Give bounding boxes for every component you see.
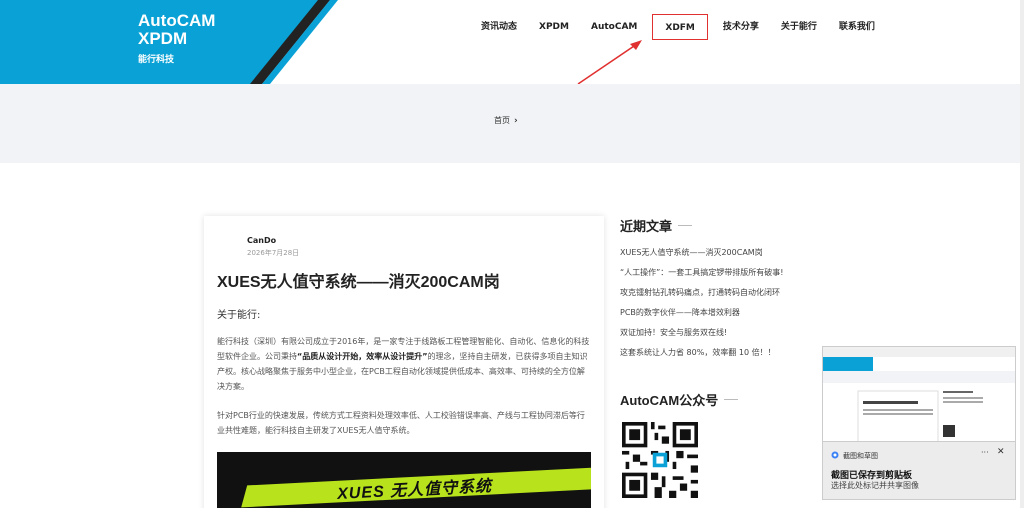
brand-title-line2: XPDM xyxy=(138,29,188,48)
close-icon[interactable]: ✕ xyxy=(997,447,1005,457)
preview-image xyxy=(823,347,1015,441)
page-scrollbar[interactable] xyxy=(1020,0,1024,508)
nav-item-tech[interactable]: 技术分享 xyxy=(712,18,770,40)
article-paragraph-2: 针对PCB行业的快速发展，传统方式工程资料处理效率低、人工校验错误率高、产线与工… xyxy=(217,411,585,435)
nav-item-news[interactable]: 资讯动态 xyxy=(470,18,528,40)
breadcrumb: 首页 › xyxy=(494,115,518,126)
recent-post-link[interactable]: “人工操作”：一套工具搞定锣带排版所有破事! xyxy=(620,266,784,286)
recent-posts-list: XUES无人值守系统——消灭200CAM岗 “人工操作”：一套工具搞定锣带排版所… xyxy=(620,246,784,366)
nav-item-contact[interactable]: 联系我们 xyxy=(828,18,886,40)
article-date: 2026年7月28日 xyxy=(247,249,300,257)
recent-post-link[interactable]: 攻克镭射钻孔转码痛点，打通转码自动化闭环 xyxy=(620,286,784,306)
more-options-icon[interactable]: ··· xyxy=(981,448,989,457)
qr-code-image xyxy=(622,422,698,498)
toast-app-name: 截图和草图 xyxy=(843,452,878,460)
main-nav: 资讯动态 XPDM AutoCAM XDFM 技术分享 关于能行 联系我们 xyxy=(470,14,886,40)
snipping-toast-notification[interactable]: 截图和草图 ··· ✕ 截图已保存到剪贴板 选择此处标记并共享图像 xyxy=(822,442,1016,500)
chevron-right-icon: › xyxy=(514,115,518,126)
brand-title-line1: AutoCAM xyxy=(138,11,216,30)
site-header: AutoCAM XPDM 能行科技 资讯动态 XPDM AutoCAM XDFM… xyxy=(0,0,1024,85)
annotation-arrow-icon xyxy=(577,40,642,85)
recent-post-link[interactable]: 双证加持！安全与服务双在线! xyxy=(620,326,784,346)
recent-post-link[interactable]: PCB的数字伙伴——降本增效利器 xyxy=(620,306,784,326)
toast-body: 选择此处标记并共享图像 xyxy=(831,481,919,490)
brand-logo-block[interactable]: AutoCAM XPDM 能行科技 xyxy=(0,0,340,84)
nav-item-about[interactable]: 关于能行 xyxy=(770,18,828,40)
article-card: CanDo 2026年7月28日 XUES无人值守系统——消灭200CAM岗 关… xyxy=(204,216,604,508)
brand-subtitle: 能行科技 xyxy=(138,55,175,65)
article-banner-image: XUES 无人值守系统 xyxy=(217,452,591,508)
nav-item-xdfm[interactable]: XDFM xyxy=(652,14,708,40)
recent-posts-title: 近期文章 xyxy=(620,216,693,235)
article-paragraph-1: 能行科技（深圳）有限公司成立于2016年，是一家专注于线路板工程管理智能化、自动… xyxy=(217,337,590,391)
article-title[interactable]: XUES无人值守系统——消灭200CAM岗 xyxy=(217,268,500,292)
recent-post-link[interactable]: XUES无人值守系统——消灭200CAM岗 xyxy=(620,246,784,266)
article-author[interactable]: CanDo xyxy=(247,236,276,245)
snipping-tool-icon xyxy=(831,451,839,459)
recent-post-link[interactable]: 这套系统让人力省 80%，效率翻 10 倍！！ xyxy=(620,346,784,366)
article-subhead: 关于能行: xyxy=(217,310,261,321)
banner-text: XUES 无人值守系统 xyxy=(336,477,493,504)
breadcrumb-home[interactable]: 首页 xyxy=(494,115,510,126)
wechat-qr-title: AutoCAM公众号 xyxy=(620,390,739,409)
screenshot-preview-thumbnail[interactable] xyxy=(822,346,1016,442)
